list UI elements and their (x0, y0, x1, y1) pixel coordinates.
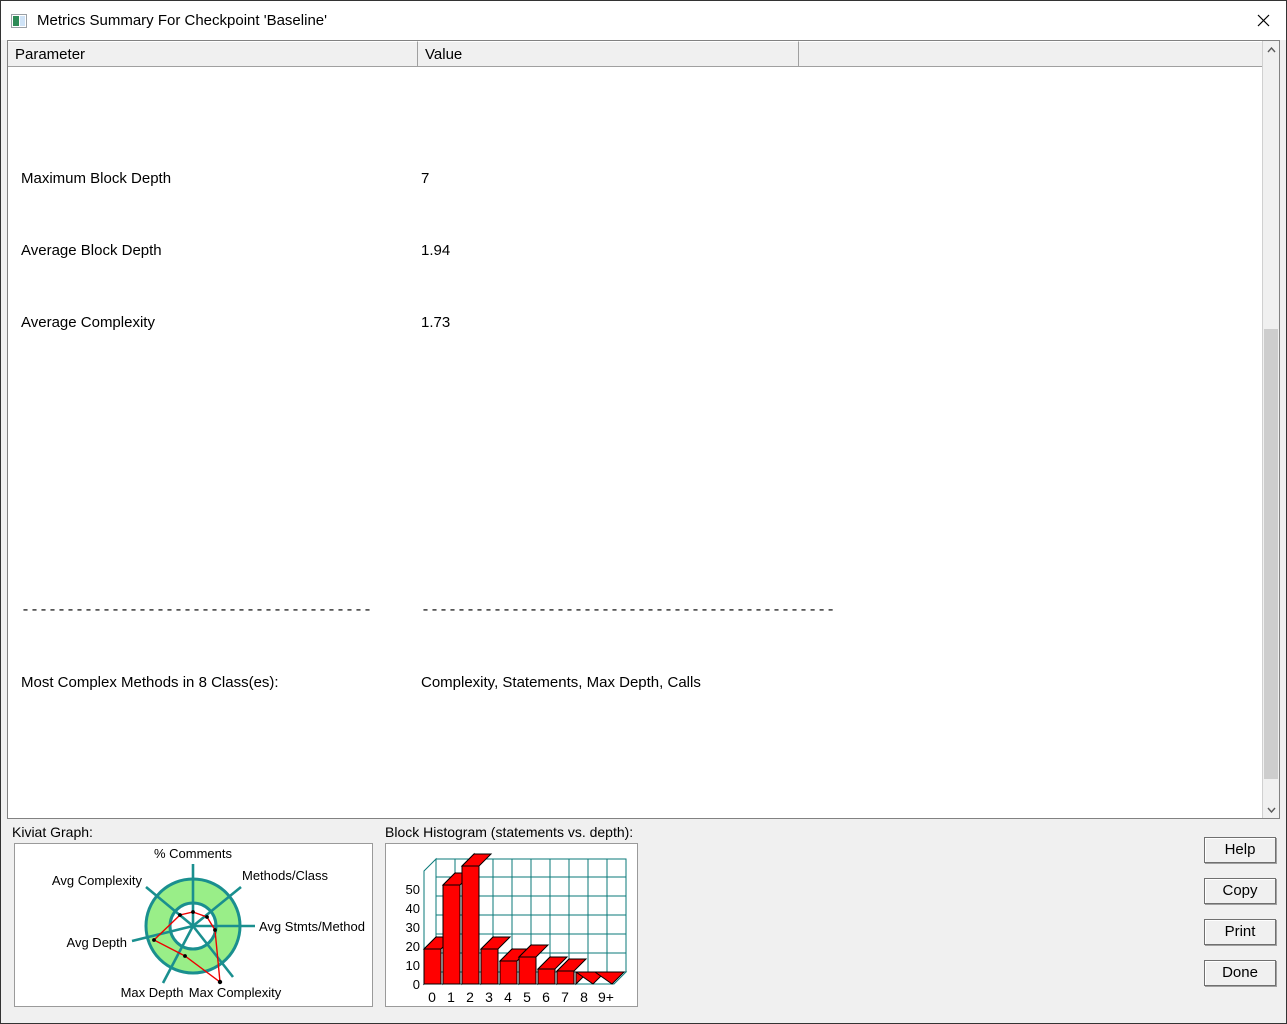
kiviat-label-avg-stmts: Avg Stmts/Method (259, 919, 365, 934)
done-button[interactable]: Done (1204, 960, 1276, 986)
column-header-parameter[interactable]: Parameter (8, 41, 418, 66)
bottom-panel: Kiviat Graph: % Comments Methods/Class A… (1, 819, 1286, 1023)
svg-text:20: 20 (406, 939, 420, 954)
table-row: Average Complexity 1.73 (21, 311, 1262, 335)
close-button[interactable] (1240, 1, 1286, 40)
svg-text:2: 2 (466, 989, 474, 1005)
kiviat-graph-chart: % Comments Methods/Class Avg Stmts/Metho… (52, 846, 365, 1000)
svg-text:0: 0 (428, 989, 436, 1005)
svg-text:6: 6 (542, 989, 550, 1005)
kiviat-label-methods-class: Methods/Class (242, 868, 328, 883)
svg-text:10: 10 (406, 958, 420, 973)
histogram-y-ticks: 0 10 20 30 40 50 (406, 882, 420, 992)
svg-text:9+: 9+ (598, 989, 614, 1005)
methods-heading-left: Most Complex Methods in 8 Class(es): (21, 674, 279, 691)
svg-text:4: 4 (504, 989, 512, 1005)
kiviat-label-max-complexity: Max Complexity (189, 985, 282, 1000)
svg-text:30: 30 (406, 920, 420, 935)
svg-text:1: 1 (447, 989, 455, 1005)
block-histogram-chart: 0 10 20 30 40 50 0 1 2 3 4 5 6 7 8 9+ (406, 852, 628, 1005)
chevron-up-icon (1266, 46, 1276, 52)
kiviat-graph-label: Kiviat Graph: (12, 824, 93, 840)
separator-right: ----------------------------------------… (421, 602, 836, 619)
scrollbar-thumb[interactable] (1264, 329, 1278, 779)
copy-button[interactable]: Copy (1204, 878, 1276, 904)
separator-row: --------------------------------------- … (21, 599, 1262, 623)
separator-left: --------------------------------------- (21, 602, 373, 619)
scroll-down-button[interactable] (1263, 801, 1279, 818)
help-button[interactable]: Help (1204, 837, 1276, 863)
column-header-value[interactable]: Value (418, 41, 799, 66)
table-row: Average Block Depth 1.94 (21, 239, 1262, 263)
column-header-blank[interactable] (799, 41, 1262, 66)
histogram-label: Block Histogram (statements vs. depth): (385, 824, 634, 840)
svg-text:8: 8 (580, 989, 588, 1005)
report-text-body: Maximum Block Depth 7 Average Block Dept… (8, 67, 1262, 818)
svg-text:40: 40 (406, 901, 420, 916)
svg-text:5: 5 (523, 989, 531, 1005)
svg-text:50: 50 (406, 882, 420, 897)
table-row: Maximum Block Depth 7 (21, 167, 1262, 191)
methods-heading-right: Complexity, Statements, Max Depth, Calls (421, 674, 701, 691)
scroll-up-button[interactable] (1263, 41, 1279, 58)
svg-text:3: 3 (485, 989, 493, 1005)
kiviat-label-max-depth: Max Depth (121, 985, 184, 1000)
svg-text:7: 7 (561, 989, 569, 1005)
title-bar: Metrics Summary For Checkpoint 'Baseline… (1, 1, 1286, 40)
kiviat-graph-panel: % Comments Methods/Class Avg Stmts/Metho… (14, 843, 373, 1007)
row-value: 7 (421, 170, 430, 187)
window-title: Metrics Summary For Checkpoint 'Baseline… (37, 12, 327, 29)
report-scroll-content: Parameter Value Maximum Block Depth 7 Av… (8, 41, 1262, 818)
action-buttons: Help Copy Print Done (1204, 837, 1276, 986)
close-icon (1257, 14, 1269, 27)
kiviat-label-comments: % Comments (154, 846, 233, 861)
svg-text:0: 0 (413, 977, 420, 992)
methods-heading-row: Most Complex Methods in 8 Class(es): Com… (21, 671, 1262, 695)
row-parameter: Average Block Depth (21, 242, 162, 259)
kiviat-label-avg-complexity: Avg Complexity (52, 873, 143, 888)
table-header-row: Parameter Value (8, 41, 1262, 67)
row-parameter: Average Complexity (21, 314, 155, 331)
chevron-down-icon (1266, 807, 1276, 813)
histogram-x-ticks: 0 1 2 3 4 5 6 7 8 9+ (428, 989, 614, 1005)
row-parameter: Maximum Block Depth (21, 170, 172, 187)
kiviat-label-avg-depth: Avg Depth (67, 935, 127, 950)
histogram-panel: 0 10 20 30 40 50 0 1 2 3 4 5 6 7 8 9+ (385, 843, 638, 1007)
metrics-chart-icon (11, 13, 27, 28)
row-value: 1.73 (421, 314, 451, 331)
row-value: 1.94 (421, 242, 451, 259)
vertical-scrollbar[interactable] (1262, 41, 1279, 818)
metrics-summary-window: Metrics Summary For Checkpoint 'Baseline… (0, 0, 1287, 1024)
report-panel: Parameter Value Maximum Block Depth 7 Av… (7, 40, 1280, 819)
print-button[interactable]: Print (1204, 919, 1276, 945)
